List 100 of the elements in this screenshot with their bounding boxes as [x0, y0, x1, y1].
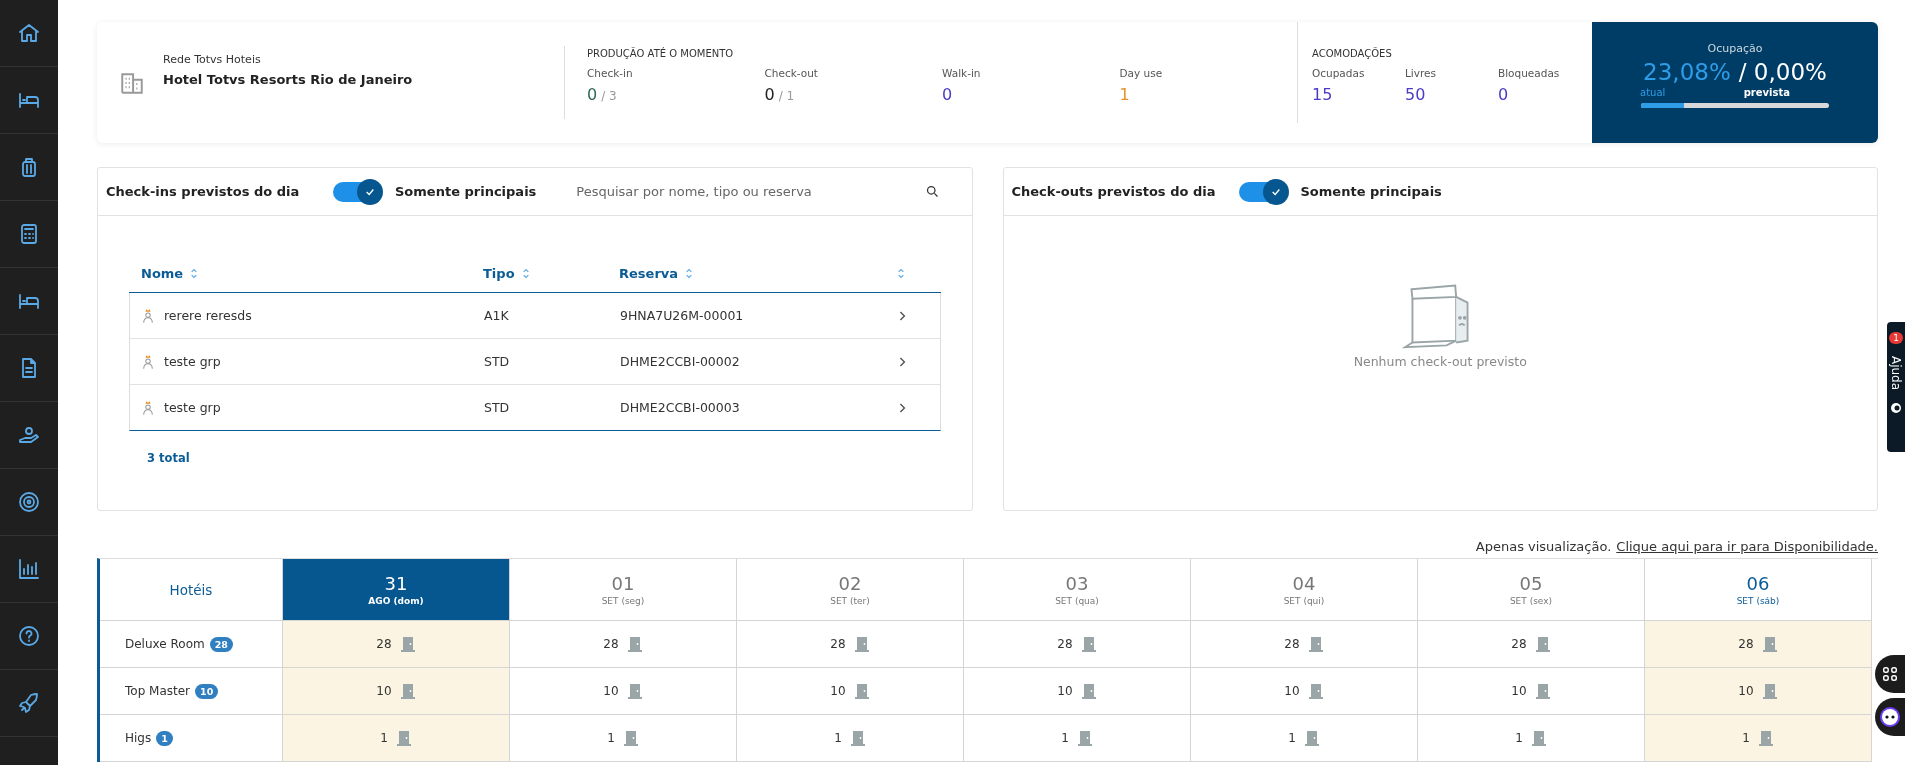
room-count: 28 [1511, 637, 1527, 651]
hotel-name: Hotel Totvs Resorts Rio de Janeiro [163, 71, 413, 87]
panel-title: Check-ins previstos do dia [106, 184, 301, 199]
door-icon [1534, 683, 1551, 699]
door-icon [849, 730, 866, 746]
stat-value: 0 [587, 85, 598, 104]
room-count: 28 [376, 637, 392, 651]
room-count: 1 [1515, 731, 1523, 745]
column-header[interactable]: Nome [141, 265, 184, 281]
guest-row[interactable]: rerere reresds A1K 9HNA7U26M-00001 [130, 293, 940, 339]
robot-face-icon [1878, 705, 1902, 729]
stat-label: Bloqueadas [1498, 67, 1561, 79]
stat-value: 15 [1312, 85, 1334, 104]
stat-label: Ocupadas [1312, 67, 1366, 79]
stat-label: Check-in [587, 67, 634, 79]
target-icon[interactable] [17, 490, 41, 514]
apps-button[interactable] [1875, 655, 1905, 693]
door-icon [1761, 683, 1778, 699]
crowned-person-icon [142, 307, 154, 324]
room-count: 10 [376, 684, 392, 698]
forecast-occupancy: / 0,00% [1738, 59, 1827, 85]
stat-value: 0 [764, 85, 775, 104]
total-count: 3 total [147, 451, 191, 465]
room-count: 10 [1057, 684, 1073, 698]
day-header: 03 SET (qua) [964, 559, 1191, 621]
chevron-right-icon[interactable] [898, 355, 906, 368]
occupancy-title: Ocupação [1707, 42, 1763, 55]
guest-row[interactable]: teste grp STD DHME2CCBI-00002 [130, 339, 940, 385]
stat-value: 0 [1498, 85, 1510, 104]
door-icon [1761, 636, 1778, 652]
room-count: 28 [1284, 637, 1300, 651]
room-count: 1 [1288, 731, 1296, 745]
toggle-label: Somente principais [395, 184, 537, 199]
guest-name: rerere reresds [164, 308, 252, 323]
door-icon [1076, 730, 1093, 746]
room-count: 10 [603, 684, 619, 698]
chatbot-button[interactable] [1875, 698, 1905, 736]
door-icon [1307, 683, 1324, 699]
stat-label: Day use [1119, 67, 1164, 79]
forecast-label: prevista [1743, 87, 1790, 98]
guest-row[interactable]: teste grp STD DHME2CCBI-00003 [130, 385, 940, 430]
door-icon [399, 683, 416, 699]
help-icon[interactable] [17, 624, 41, 648]
room-count: 10 [1738, 684, 1754, 698]
door-icon [1530, 730, 1547, 746]
chevron-right-icon[interactable] [898, 401, 906, 414]
door-icon [1757, 730, 1774, 746]
table-cell-text: A1K [484, 308, 510, 323]
table-cell-text: DHME2CCBI-00002 [620, 354, 741, 369]
room-type: Top Master [125, 684, 191, 698]
home-icon[interactable] [17, 21, 41, 45]
help-tab[interactable]: 1 Ajuda [1887, 322, 1905, 452]
door-icon [1534, 636, 1551, 652]
chart-icon[interactable] [17, 557, 41, 581]
room-count: 1 [1061, 731, 1069, 745]
stat-total: / 1 [778, 89, 795, 103]
network-name: Rede Totvs Hoteis [163, 52, 262, 66]
door-icon [626, 683, 643, 699]
column-header[interactable]: Tipo [483, 265, 515, 281]
toggle-switch[interactable] [333, 181, 381, 202]
door-icon [853, 636, 870, 652]
stat-total: / 3 [601, 89, 617, 103]
guest-name: teste grp [164, 354, 221, 369]
section-title: PRODUÇÃO ATÉ O MOMENTO [587, 48, 735, 59]
room-count: 28 [830, 637, 846, 651]
search-field[interactable]: Pesquisar por nome, tipo ou reserva [574, 183, 964, 200]
search-icon[interactable] [924, 184, 940, 199]
table-cell-text: 9HNA7U26M-00001 [620, 308, 745, 323]
room-type: Higs [125, 731, 152, 745]
table-cell-text: STD [484, 354, 511, 369]
room-type: Deluxe Room [125, 637, 205, 651]
stat-value: 50 [1405, 85, 1427, 104]
check-icon [1270, 186, 1281, 197]
door-icon [395, 730, 412, 746]
crowned-person-icon [142, 353, 154, 370]
column-header[interactable]: Reserva [619, 265, 679, 281]
room-count: 1 [1742, 731, 1750, 745]
guest-name: teste grp [164, 400, 221, 415]
door-icon [1080, 636, 1097, 652]
chevron-right-icon[interactable] [898, 309, 906, 322]
table-cell-text: DHME2CCBI-00003 [620, 400, 741, 415]
rocket-icon[interactable] [17, 691, 41, 715]
panel-title: Check-outs previstos do dia [1011, 184, 1217, 199]
notification-badge: 1 [1889, 332, 1903, 344]
availability-link[interactable]: Clique aqui para ir para Disponibilidade. [1616, 539, 1878, 554]
door-icon [626, 636, 643, 652]
room-count: 10 [830, 684, 846, 698]
stat-label: Walk-in [942, 67, 982, 79]
room-count: 28 [1738, 637, 1754, 651]
room-count: 1 [380, 731, 388, 745]
current-label: atual [1640, 87, 1666, 98]
room-count: 1 [607, 731, 615, 745]
door-icon [1303, 730, 1320, 746]
toggle-switch[interactable] [1238, 181, 1287, 202]
count-badge: 10 [195, 683, 219, 699]
stat-label: Check-out [764, 67, 819, 79]
day-header: 01 SET (seg) [510, 559, 737, 621]
day-header: 04 SET (qui) [1191, 559, 1418, 621]
section-title: ACOMODAÇÕES [1312, 48, 1393, 59]
door-icon [622, 730, 639, 746]
